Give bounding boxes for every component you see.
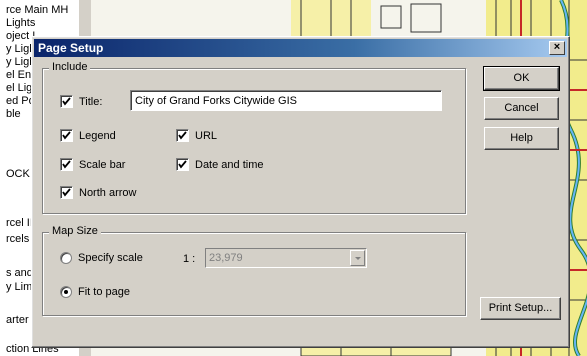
radio-selected-dot [64, 290, 68, 294]
check-icon [62, 131, 71, 140]
scalebar-checkbox[interactable] [60, 158, 73, 171]
map-size-group: Map Size Specify scale 1 : 23,979 Fit to… [42, 225, 466, 316]
northarrow-checkbox[interactable] [60, 186, 73, 199]
layer-item[interactable]: OCK [6, 168, 30, 180]
layer-item[interactable]: ble [6, 108, 21, 120]
check-icon [178, 160, 187, 169]
map-size-group-label: Map Size [49, 225, 101, 237]
specify-scale-radio[interactable] [60, 252, 72, 264]
scale-combo-value: 23,979 [209, 252, 243, 264]
close-icon: × [553, 41, 561, 53]
fit-to-page-radio-row[interactable]: Fit to page [60, 286, 130, 298]
url-checkbox-row[interactable]: URL [176, 129, 217, 142]
legend-checkbox-label: Legend [79, 129, 116, 142]
dialog-title: Page Setup [38, 41, 104, 55]
include-group-label: Include [49, 61, 91, 73]
title-input[interactable] [130, 90, 442, 111]
legend-checkbox[interactable] [60, 129, 73, 142]
layer-item[interactable]: s and [6, 267, 33, 279]
cancel-button[interactable]: Cancel [484, 97, 559, 120]
help-button[interactable]: Help [484, 127, 559, 150]
ok-button[interactable]: OK [483, 66, 560, 91]
layer-item[interactable]: rcels [6, 233, 29, 245]
scale-ratio-label: 1 : [183, 253, 196, 265]
scalebar-checkbox-label: Scale bar [79, 158, 126, 171]
fit-to-page-label: Fit to page [78, 286, 130, 298]
layer-item[interactable]: Lights [6, 17, 35, 29]
layer-item[interactable]: el Lig [6, 82, 32, 94]
northarrow-checkbox-row[interactable]: North arrow [60, 186, 136, 199]
layer-item[interactable]: rcel II [6, 217, 33, 229]
dialog-title-bar[interactable]: Page Setup × [34, 39, 567, 57]
layer-item[interactable]: rce Main MH [6, 4, 68, 16]
url-checkbox[interactable] [176, 129, 189, 142]
datetime-checkbox-row[interactable]: Date and time [176, 158, 263, 171]
title-checkbox[interactable] [60, 95, 73, 108]
close-button[interactable]: × [549, 41, 565, 55]
include-group: Include Title: Legend URL Scale bar Date… [42, 61, 466, 214]
scalebar-checkbox-row[interactable]: Scale bar [60, 158, 125, 171]
url-checkbox-label: URL [195, 129, 218, 142]
scale-combo[interactable]: 23,979 [205, 248, 367, 268]
title-checkbox-label: Title: [79, 95, 103, 108]
layer-item[interactable]: arter [6, 314, 29, 326]
layer-item[interactable]: el En [6, 69, 31, 81]
northarrow-checkbox-label: North arrow [79, 186, 137, 199]
specify-scale-label: Specify scale [78, 252, 143, 264]
check-icon [62, 188, 71, 197]
legend-checkbox-row[interactable]: Legend [60, 129, 116, 142]
print-setup-button[interactable]: Print Setup... [480, 297, 561, 320]
datetime-checkbox[interactable] [176, 158, 189, 171]
specify-scale-radio-row[interactable]: Specify scale [60, 252, 143, 264]
title-checkbox-row[interactable]: Title: [60, 95, 102, 108]
check-icon [62, 97, 71, 106]
chevron-down-icon[interactable] [350, 250, 365, 266]
check-icon [62, 160, 71, 169]
check-icon [178, 131, 187, 140]
page-setup-dialog: Page Setup × Include Title: Legend URL S… [31, 36, 570, 348]
fit-to-page-radio[interactable] [60, 286, 72, 298]
datetime-checkbox-label: Date and time [195, 158, 264, 171]
